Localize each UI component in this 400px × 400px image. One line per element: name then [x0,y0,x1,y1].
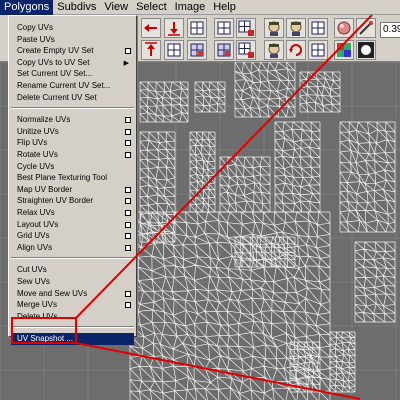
menu-item-straighten-uv-border[interactable]: Straighten UV Border [11,195,134,207]
menu-item-label: Cycle UVs [17,161,55,171]
display-icon[interactable] [214,40,234,60]
menu-item-unitize-uvs[interactable]: Unitize UVs [11,126,134,138]
shaded-icon[interactable] [334,18,354,38]
option-box-icon[interactable] [125,152,131,158]
menu-item-move-and-sew-uvs[interactable]: Move and Sew UVs [11,288,134,300]
menu-item-align-uvs[interactable]: Align UVs [11,242,134,254]
option-box-icon[interactable] [125,221,131,228]
menu-image[interactable]: Image [171,0,210,15]
move-left-icon[interactable] [141,18,161,38]
uv-layout-icon[interactable] [164,40,184,60]
menu-select[interactable]: Select [132,0,171,15]
pick-icon[interactable] [356,18,376,38]
menu-item-copy-uvs-to-uv-set[interactable]: Copy UVs to UV Set ▶ [11,57,134,69]
menu-item-rotate-uvs[interactable]: Rotate UVs [11,149,134,161]
menu-separator [11,107,134,110]
menu-item-best-plane-texturing-tool[interactable]: Best Plane Texturing Tool [11,172,134,184]
value-field[interactable]: 0.39 [380,22,400,38]
menu-item-label: Normalize UVs [17,115,71,125]
face-dim-icon[interactable] [264,40,284,60]
menu-item-label: Map UV Border [17,184,73,194]
menu-item-label: Set Current UV Set... [17,69,93,79]
menu-item-label: Paste UVs [17,34,55,44]
checker-icon[interactable] [308,18,328,38]
menu-polygons[interactable]: Polygons [0,0,54,15]
option-box-icon[interactable] [125,128,131,135]
option-box-icon[interactable] [125,48,131,55]
menu-item-label: Create Empty UV Set [17,46,94,56]
menu-item-set-current-uv-set[interactable]: Set Current UV Set... [11,68,134,80]
alpha-icon[interactable] [356,40,376,60]
menu-item-label: Delete UVs [17,311,58,321]
menu-item-merge-uvs[interactable]: Merge UVs [11,299,134,311]
menu-item-grid-uvs[interactable]: Grid UVs [11,230,134,242]
menu-item-delete-uvs[interactable]: Delete UVs [11,311,134,323]
option-box-icon[interactable] [125,233,131,240]
menu-item-sew-uvs[interactable]: Sew UVs [11,276,134,288]
face-icon[interactable] [264,18,284,38]
refresh-icon[interactable] [286,40,306,60]
menu-item-label: Move and Sew UVs [17,288,88,298]
menu-separator [11,257,134,260]
polygons-menu: Copy UVs Paste UVs Create Empty UV Set Copy… [8,15,137,346]
menu-item-label: Copy UVs to UV Set [17,57,90,67]
menu-item-label: Delete Current UV Set [17,92,97,102]
menu-item-label: Flip UVs [17,138,48,148]
menu-item-delete-current-uv-set[interactable]: Delete Current UV Set [11,92,134,104]
menu-item-label: Sew UVs [17,277,50,286]
rgb-icon[interactable] [334,40,354,60]
menu-item-label: Grid UVs [17,231,50,241]
menu-item-label: Straighten UV Border [17,196,94,206]
menu-item-copy-uvs[interactable]: Copy UVs [11,22,134,34]
option-box-icon[interactable] [125,290,131,297]
face-icon-2[interactable] [286,18,306,38]
option-box-icon[interactable] [125,244,131,251]
menu-subdivs[interactable]: Subdivs [53,0,100,15]
menu-item-cut-uvs[interactable]: Cut UVs [11,264,134,276]
menu-item-label: Rotate UVs [17,150,58,159]
menu-item-uv-snapshot[interactable]: UV Snapshot ... [11,333,134,346]
uv-grid-icon[interactable] [214,18,234,38]
menu-item-layout-uvs[interactable]: Layout UVs [11,219,134,231]
menu-help[interactable]: Help [209,0,240,15]
menu-item-flip-uvs[interactable]: Flip UVs [11,137,134,149]
menu-item-label: Cut UVs [17,265,47,275]
move-down-icon[interactable] [164,18,184,38]
align-grid-icon[interactable] [187,18,207,38]
move-up-icon[interactable] [141,40,161,60]
menu-separator [11,326,134,329]
menu-item-label: Merge UVs [17,300,58,310]
add-grid-icon[interactable] [236,18,256,38]
image-icon[interactable] [236,40,256,60]
menu-item-normalize-uvs[interactable]: Normalize UVs [11,114,134,126]
menu-item-create-empty-uv-set[interactable]: Create Empty UV Set [11,45,134,57]
option-box-icon[interactable] [125,117,131,124]
submenu-arrow-icon: ▶ [123,58,129,67]
menu-item-cycle-uvs[interactable]: Cycle UVs [11,161,134,173]
menu-bar: Polygons Subdivs View Select Image Help [0,0,400,15]
menu-item-label: Relax UVs [17,208,55,217]
menu-item-label: Copy UVs [17,23,54,32]
menu-item-label: Layout UVs [17,219,59,229]
menu-item-rename-current-uv-set[interactable]: Rename Current UV Set... [11,80,134,92]
menu-view[interactable]: View [100,0,132,15]
menu-item-label: UV Snapshot ... [17,334,74,344]
option-box-icon[interactable] [125,302,131,309]
menu-item-label: Unitize UVs [17,126,59,136]
option-box-icon[interactable] [125,198,131,205]
option-box-icon[interactable] [125,140,131,147]
menu-item-label: Best Plane Texturing Tool [17,173,107,183]
menu-item-label: Rename Current UV Set... [17,81,111,90]
menu-item-label: Align UVs [17,242,53,252]
option-box-icon[interactable] [125,210,131,216]
option-box-icon[interactable] [125,186,131,193]
menu-item-map-uv-border[interactable]: Map UV Border [11,184,134,196]
menu-item-relax-uvs[interactable]: Relax UVs [11,207,134,219]
menu-item-paste-uvs[interactable]: Paste UVs [11,34,134,46]
snapshot-icon[interactable] [187,40,207,60]
grid-dim-icon[interactable] [308,40,328,60]
